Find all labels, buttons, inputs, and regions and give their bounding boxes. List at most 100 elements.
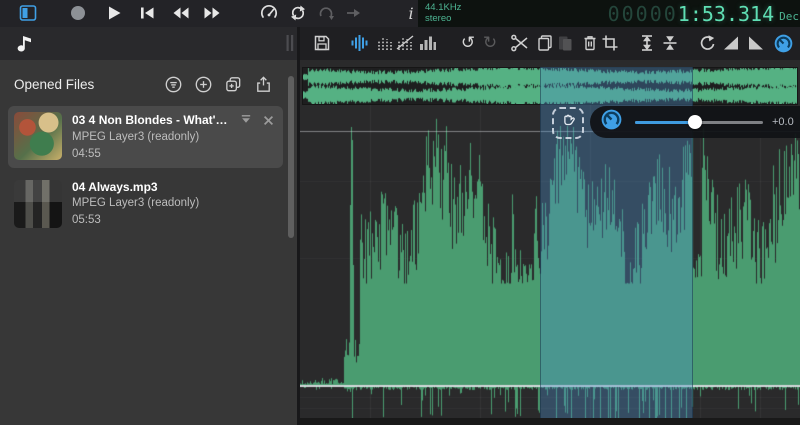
panel-title: Opened Files: [14, 77, 95, 92]
spectrogram-view-icon: [375, 33, 395, 53]
waveform-editor: +0.0: [300, 60, 800, 425]
transport-toolbar: i 44.1KHz stereo 00000 1:53.314 Dec: [0, 0, 800, 27]
sample-rate-label: 44.1KHz stereo: [425, 2, 461, 24]
selection-overlay-overview[interactable]: [540, 67, 693, 105]
undo-icon: ↺: [460, 33, 476, 52]
normalize-icon: [637, 33, 657, 53]
record-button[interactable]: [67, 2, 89, 24]
timeline-scrollbar-strip[interactable]: [300, 418, 800, 425]
music-note-icon: [11, 36, 37, 61]
skip-start-button[interactable]: [136, 2, 158, 24]
save-button[interactable]: [311, 32, 333, 54]
delete-button[interactable]: [579, 32, 601, 54]
rewind-icon: [171, 4, 191, 22]
time-leading-zeros: 00000: [607, 1, 678, 26]
volume-knob-icon: [773, 33, 794, 54]
volume-knob-button[interactable]: [772, 32, 794, 54]
loop-button[interactable]: [287, 2, 309, 24]
add-file-button[interactable]: [194, 75, 213, 94]
fade-out-button[interactable]: [745, 32, 767, 54]
play-marker-icon: [343, 3, 363, 23]
fast-forward-icon: [202, 4, 222, 22]
sidebar-scrollbar-thumb[interactable]: [288, 76, 294, 238]
time-unit-label: Dec: [779, 10, 799, 23]
waveform-view-icon: [349, 33, 369, 53]
gain-overlay: +0.0: [590, 106, 800, 138]
loop-selection-button[interactable]: [315, 2, 337, 24]
drag-handle-icon: [285, 34, 295, 52]
fast-forward-button[interactable]: [201, 2, 223, 24]
file-format: MPEG Layer3 (readonly): [72, 131, 200, 143]
export-file-button[interactable]: [254, 75, 273, 94]
playback-speed-button[interactable]: [258, 2, 280, 24]
time-value: 1:53.314: [677, 1, 775, 26]
play-button[interactable]: [103, 2, 125, 24]
sidebar-toggle-button[interactable]: [17, 2, 39, 24]
spectrogram-off-button[interactable]: [394, 32, 416, 54]
channel-mode-value: stereo: [425, 13, 452, 24]
file-item[interactable]: 04 Always.mp3 MPEG Layer3 (readonly) 05:…: [8, 174, 283, 234]
paste-icon: [555, 33, 575, 53]
play-icon: [105, 4, 123, 22]
trim-icon: [600, 33, 620, 53]
sample-rate-value: 44.1KHz: [425, 2, 462, 13]
opened-files-header: Opened Files: [0, 60, 297, 104]
album-art: [14, 112, 62, 160]
album-art: [14, 180, 62, 228]
file-duration: 05:53: [72, 214, 101, 226]
opened-files-panel: Opened Files 03 4 Non Blondes - What's U…: [0, 60, 297, 425]
gain-slider-fill: [635, 121, 696, 124]
copy-icon: [535, 33, 555, 53]
file-format: MPEG Layer3 (readonly): [72, 197, 200, 209]
sidebar-toggle-icon: [18, 3, 38, 23]
paste-button[interactable]: [554, 32, 576, 54]
file-title: 04 Always.mp3: [72, 180, 158, 194]
normalize-button[interactable]: [636, 32, 658, 54]
fade-in-icon: [721, 33, 741, 53]
play-marker-button[interactable]: [342, 2, 364, 24]
reverse-button[interactable]: [696, 32, 718, 54]
redo-icon: ↻: [482, 33, 498, 52]
selection-region[interactable]: [540, 105, 693, 418]
file-item[interactable]: 03 4 Non Blondes - What's Up¿… MPEG Laye…: [8, 106, 283, 168]
reverse-icon: [697, 33, 717, 53]
sidebar-tabstrip: [0, 27, 297, 60]
duplicate-file-button[interactable]: [224, 75, 243, 94]
cut-button[interactable]: [509, 32, 531, 54]
cut-icon: [510, 33, 530, 53]
save-file-button[interactable]: [238, 112, 254, 128]
time-display[interactable]: 00000 1:53.314 Dec: [608, 0, 800, 27]
playback-speed-icon: [259, 3, 279, 23]
fade-out-icon: [746, 33, 766, 53]
bars-view-button[interactable]: [416, 32, 438, 54]
info-icon: i: [408, 3, 414, 23]
files-tab[interactable]: [11, 31, 37, 62]
file-title: 03 4 Non Blondes - What's Up¿…: [72, 113, 232, 127]
trim-button[interactable]: [599, 32, 621, 54]
filter-button[interactable]: [164, 75, 183, 94]
time-display-panel: 44.1KHz stereo 00000 1:53.314 Dec: [418, 0, 800, 27]
delete-icon: [580, 33, 600, 53]
bars-view-icon: [417, 33, 437, 53]
redo-button[interactable]: ↻: [479, 32, 501, 54]
audio-editor-window: i 44.1KHz stereo 00000 1:53.314 Dec ↺ ↻ …: [0, 0, 800, 425]
loop-icon: [288, 3, 308, 23]
waveform-view-button[interactable]: [348, 32, 370, 54]
rewind-button[interactable]: [170, 2, 192, 24]
volume-knob-icon[interactable]: [600, 108, 623, 136]
skip-start-icon: [138, 4, 156, 22]
pan-tool-button[interactable]: [552, 107, 584, 139]
spectrogram-view-button[interactable]: [374, 32, 396, 54]
gain-value-label: +0.0: [772, 116, 794, 128]
copy-button[interactable]: [534, 32, 556, 54]
undo-button[interactable]: ↺: [457, 32, 479, 54]
close-file-button[interactable]: [260, 112, 276, 128]
record-icon: [69, 4, 87, 22]
fade-in-button[interactable]: [720, 32, 742, 54]
gain-slider-thumb[interactable]: [688, 115, 703, 129]
gain-slider[interactable]: [635, 115, 763, 129]
silence-button[interactable]: [659, 32, 681, 54]
loop-selection-icon: [316, 3, 336, 23]
pan-hand-icon: [559, 111, 578, 135]
file-duration: 04:55: [72, 148, 101, 160]
